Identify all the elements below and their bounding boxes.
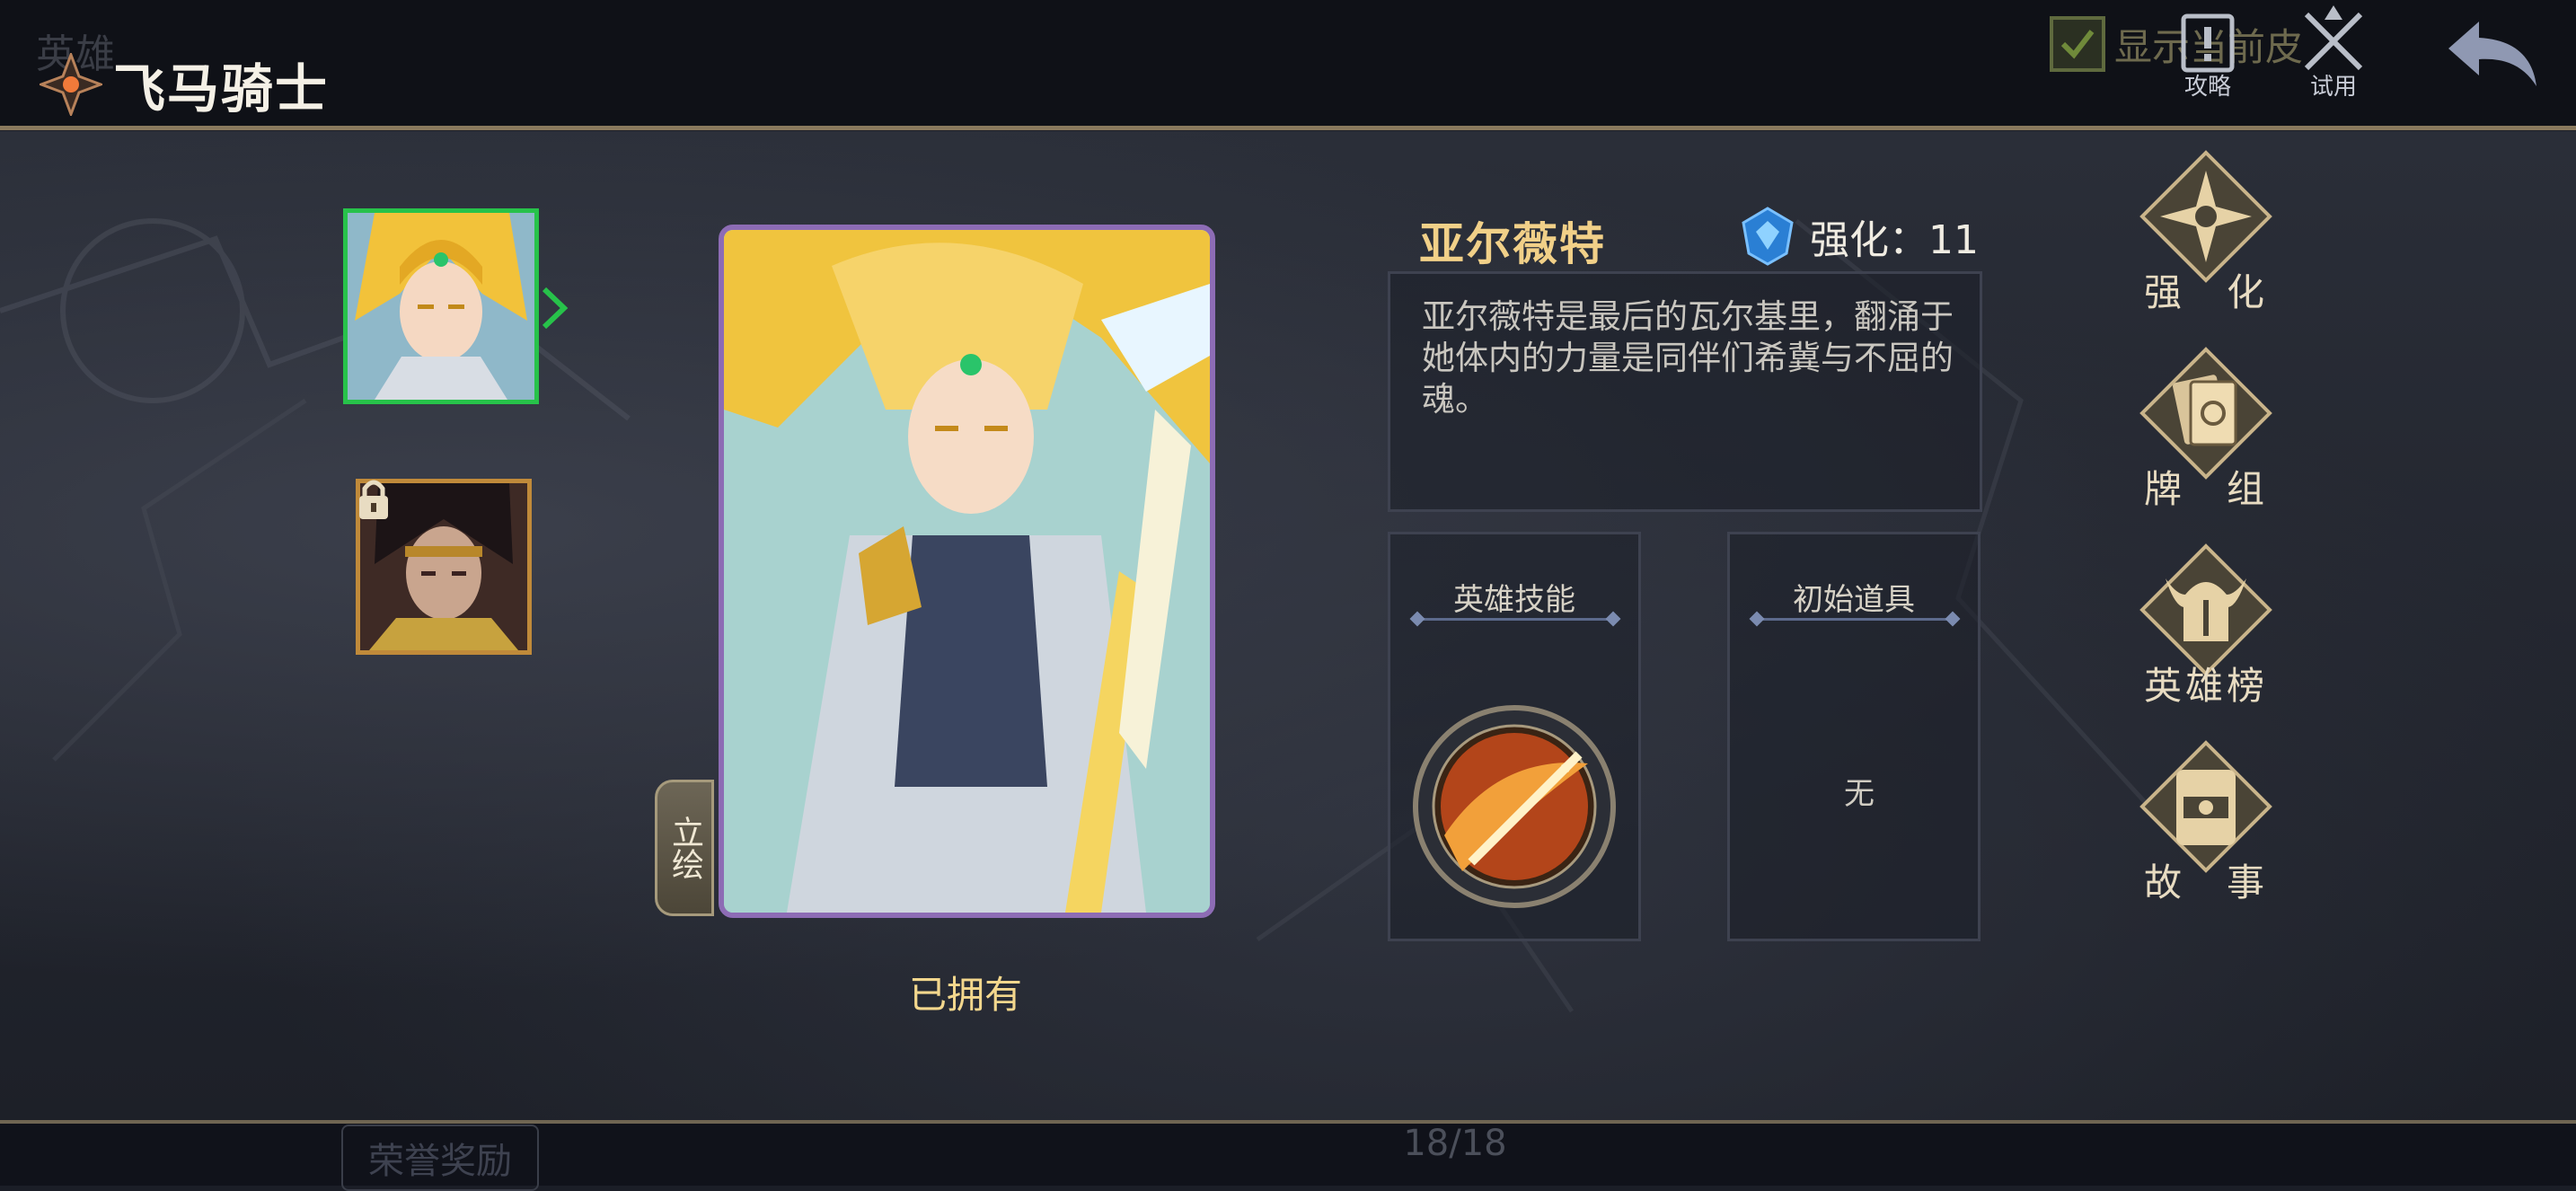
- strategy-button[interactable]: 攻略: [2154, 5, 2262, 113]
- trial-label: 试用: [2309, 74, 2357, 101]
- illustration-tab[interactable]: 立绘: [655, 780, 714, 916]
- page-counter: 18/18: [1403, 1123, 1507, 1164]
- bottom-divider: [0, 1120, 2576, 1124]
- hero-description: 亚尔薇特是最后的瓦尔基里，翻涌于她体内的力量是同伴们希冀与不屈的魂。: [1422, 297, 1954, 419]
- crossed-swords-icon: [2304, 5, 2363, 71]
- hero-illustration: [724, 230, 1210, 913]
- page-title: 飞马骑士: [113, 58, 330, 119]
- hero-name: 亚尔薇特: [1419, 218, 1606, 270]
- enhance-label: 强化：11: [1810, 217, 1979, 263]
- ranking-label: 英雄榜: [2143, 664, 2268, 708]
- page-header: 飞马骑士: [40, 47, 329, 122]
- deck-label: 牌 组: [2143, 467, 2268, 511]
- item-title-underline: [1757, 618, 1951, 621]
- story-label: 故 事: [2143, 860, 2268, 904]
- hero-skill-title: 英雄技能: [1453, 582, 1575, 618]
- story-button[interactable]: 故 事: [2134, 739, 2278, 907]
- trial-button[interactable]: 试用: [2280, 5, 2387, 113]
- back-arrow-icon[interactable]: [2443, 13, 2542, 93]
- chevron-right-icon: [542, 287, 569, 330]
- starting-item-value: 无: [1844, 776, 1875, 812]
- enhance-level: 强化：11: [1738, 205, 1979, 268]
- skill-icon-flame-spear[interactable]: [1408, 701, 1620, 913]
- compass-icon: [40, 53, 102, 116]
- lock-icon: [359, 480, 388, 519]
- strategy-label: 攻略: [2183, 74, 2231, 101]
- top-divider: [0, 126, 2576, 130]
- checkbox[interactable]: [2050, 16, 2105, 72]
- enhance-button[interactable]: 强 化: [2134, 149, 2278, 317]
- hero-card-art: [719, 225, 1215, 918]
- hero-avatar-valkyrie: [348, 213, 534, 400]
- ranking-button[interactable]: 英雄榜: [2134, 543, 2278, 710]
- crystal-icon: [1742, 207, 1794, 266]
- skill-title-underline: [1417, 618, 1611, 621]
- honor-rewards-button[interactable]: 荣誉奖励: [341, 1125, 539, 1191]
- enhance-label: 强 化: [2143, 270, 2268, 314]
- starting-item-title: 初始道具: [1793, 582, 1915, 618]
- deck-button[interactable]: 牌 组: [2134, 346, 2278, 514]
- book-icon: [2181, 13, 2235, 73]
- ownership-status: 已拥有: [908, 973, 1022, 1017]
- hero-portrait-selected[interactable]: [343, 208, 539, 404]
- check-icon: [2060, 30, 2095, 59]
